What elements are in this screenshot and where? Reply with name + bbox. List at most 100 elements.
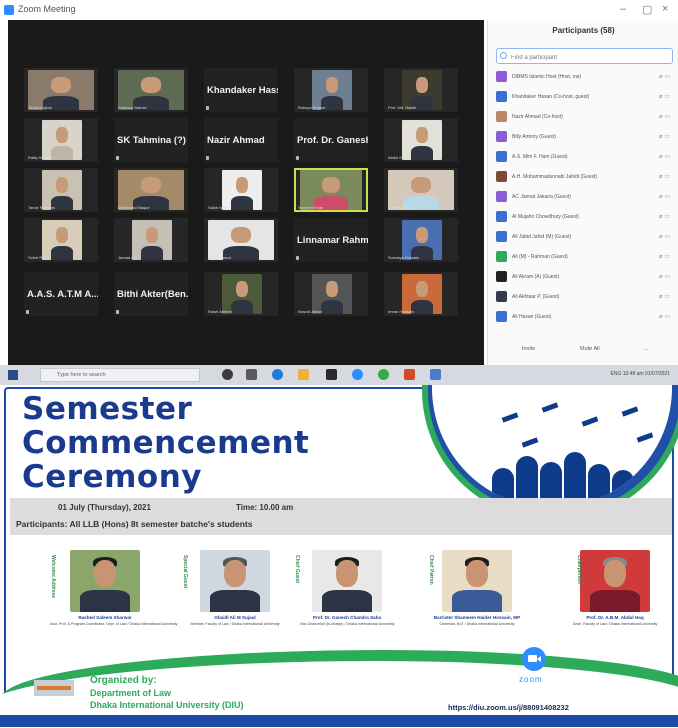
task-view-icon[interactable]	[222, 369, 233, 380]
video-tile[interactable]: Rokeya Begum	[294, 68, 368, 112]
video-tile[interactable]: Nusrat Jahan	[294, 272, 368, 316]
participant-row[interactable]: Ali Hasan (Guest) ⌀ ▭	[494, 308, 674, 326]
mic-muted-icon[interactable]: ⌀ ▭	[659, 313, 670, 320]
video-tile[interactable]: Khandaker Hass...	[204, 68, 278, 112]
word-icon[interactable]	[430, 369, 441, 380]
mic-muted-icon[interactable]: ⌀ ▭	[659, 213, 670, 220]
avatar	[496, 151, 507, 162]
guest-role: Special Guest	[182, 555, 188, 589]
taskbar-search-box[interactable]: Type here to search	[40, 368, 200, 382]
mic-muted-icon[interactable]: ⌀ ▭	[659, 173, 670, 180]
video-tile[interactable]: Sabinaa Yasmin	[114, 68, 188, 112]
video-tile[interactable]: Farhana Akter	[384, 168, 458, 212]
video-tile[interactable]: Arif Mahmud	[204, 218, 278, 262]
participant-row[interactable]: Nazir Ahmad (Co-host) ⌀ ▭	[494, 108, 674, 126]
guest-card: Obaidl Ali M Sujaul Member, Faculty of L…	[180, 550, 290, 635]
video-tile[interactable]: Tanvir Rahman	[24, 168, 98, 212]
video-tile[interactable]: Bithi Akter(Ben...	[114, 272, 188, 316]
mic-muted-icon[interactable]: ⌀ ▭	[659, 113, 670, 120]
tile-label: Sumaiya Hossain	[388, 255, 420, 260]
participant-row[interactable]: Ali Jabid Jahid (M) (Guest) ⌀ ▭	[494, 228, 674, 246]
video-tile[interactable]: SK Tahmina (?)	[114, 118, 188, 162]
mic-muted-icon[interactable]: ⌀ ▭	[659, 253, 670, 260]
screenshot-root: Zoom Meeting – ▢ × Tahsina Iqbal Sabinaa…	[0, 0, 678, 728]
active-speaker-tile[interactable]: Nayeem Khan	[294, 168, 368, 212]
video-tile[interactable]: Imran Hossain	[384, 272, 458, 316]
mute-all-button[interactable]: Mute All	[580, 346, 600, 352]
tile-label: Rafiq Hossain	[28, 155, 53, 160]
file-explorer-icon[interactable]	[298, 369, 309, 380]
video-tile[interactable]: Nazir Ahmad	[204, 118, 278, 162]
maximize-button[interactable]: ▢	[642, 3, 652, 16]
mic-muted-icon[interactable]: ⌀ ▭	[659, 273, 670, 280]
video-tile[interactable]: Abdul Kadir	[384, 118, 458, 162]
system-tray[interactable]: ENG 10:48 am 01/07/2021	[611, 371, 671, 377]
video-tile[interactable]: Sumaiya Hossain	[384, 218, 458, 262]
mic-muted-icon[interactable]: ⌀ ▭	[659, 133, 670, 140]
mic-muted-icon[interactable]: ⌀ ▭	[659, 153, 670, 160]
participant-row[interactable]: Khandaker Hasan (Co-host, guest) ⌀ ▭	[494, 88, 674, 106]
video-tile[interactable]: Rasel Ahmed	[204, 272, 278, 316]
mic-muted-icon[interactable]: ⌀ ▭	[659, 233, 670, 240]
powerpoint-icon[interactable]	[404, 369, 415, 380]
video-tile[interactable]: Prof. Dr. Ganesh...	[294, 118, 368, 162]
zoom-meeting-link[interactable]: https://diu.zoom.us/j/88091408232	[448, 703, 569, 712]
invite-button[interactable]: Invite	[522, 346, 535, 352]
participant-row[interactable]: Billy Antony (Guest) ⌀ ▭	[494, 128, 674, 146]
video-tile[interactable]: A.A.S. A.T.M A...	[24, 272, 98, 316]
guest-name: Prof. Dr. A.B.M. Abdul Haq	[586, 615, 644, 620]
tile-label: Prof. Md. Habib	[388, 105, 416, 110]
participant-row[interactable]: Al Mujahir Chowdhury (Guest) ⌀ ▭	[494, 208, 674, 226]
participant-row[interactable]: A.H. Mohammadunnabi Jahidi (Guest) ⌀ ▭	[494, 168, 674, 186]
video-tile[interactable]: Linnamar Rahma...	[294, 218, 368, 262]
ceremony-poster: Semester Commencement Ceremony 01 July (…	[0, 385, 678, 728]
participant-row[interactable]: A.S. Mim F. Ham (Guest) ⌀ ▭	[494, 148, 674, 166]
search-icon	[500, 52, 507, 59]
mic-icon	[206, 156, 209, 160]
organized-by-label: Organized by:	[90, 675, 157, 686]
video-tile[interactable]: Prof. Md. Habib	[384, 68, 458, 112]
chrome-icon[interactable]	[378, 369, 389, 380]
video-tile[interactable]: Sohel Rana	[24, 218, 98, 262]
participant-row[interactable]: AC Jannat Jakaria (Guest) ⌀ ▭	[494, 188, 674, 206]
video-tile[interactable]: Tahsina Iqbal	[24, 68, 98, 112]
minimize-button[interactable]: –	[620, 3, 626, 15]
participant-row-name: Ali Akram (A) (Guest)	[512, 274, 560, 280]
participant-search-input[interactable]	[496, 48, 673, 64]
participant-name: Bithi Akter(Ben...	[117, 289, 188, 300]
store-icon[interactable]	[326, 369, 337, 380]
zoom-logo-icon	[522, 647, 546, 671]
more-button[interactable]: ...	[644, 346, 649, 352]
guest-name: Obaidl Ali M Sujaul	[214, 615, 256, 620]
close-button[interactable]: ×	[662, 3, 668, 15]
event-participants: Participants: All LLB (Hons) 8t semester…	[16, 519, 253, 529]
participant-row[interactable]: Ali (M) - Rahman (Guest) ⌀ ▭	[494, 248, 674, 266]
video-tile[interactable]: Jannat Ara	[114, 218, 188, 262]
guest-photo	[442, 550, 512, 612]
video-tile[interactable]: Rafiq Hossain	[24, 118, 98, 162]
mic-muted-icon[interactable]: ⌀ ▭	[659, 293, 670, 300]
participant-row-name: Nazir Ahmad (Co-host)	[512, 114, 563, 120]
participant-row[interactable]: Ali Akhtaar P. (Guest) ⌀ ▭	[494, 288, 674, 306]
participant-row[interactable]: DIBMS Islamic Host (Host, me) ⌀ ▭	[494, 68, 674, 86]
video-tile[interactable]: Sakib Islam	[204, 168, 278, 212]
mic-muted-icon[interactable]: ⌀ ▭	[659, 193, 670, 200]
windows-start-icon[interactable]	[8, 370, 18, 380]
edge-browser-icon[interactable]	[272, 369, 283, 380]
tile-label: Abdul Kadir	[388, 155, 409, 160]
participant-row-name: Ali (M) - Rahman (Guest)	[512, 254, 568, 260]
mic-muted-icon[interactable]: ⌀ ▭	[659, 73, 670, 80]
participant-row-name: Ali Jabid Jahid (M) (Guest)	[512, 234, 572, 240]
widgets-icon[interactable]	[246, 369, 257, 380]
participants-title: Participants (58)	[552, 26, 615, 35]
poster-title-line: Commencement	[22, 425, 310, 461]
mic-icon	[116, 310, 119, 314]
zoom-window: Zoom Meeting – ▢ × Tahsina Iqbal Sabinaa…	[0, 0, 678, 365]
video-tile[interactable]: Mahmudul Haque	[114, 168, 188, 212]
tile-label: Sakib Islam	[208, 205, 229, 210]
participant-row[interactable]: Ali Akram (A) (Guest) ⌀ ▭	[494, 268, 674, 286]
avatar	[496, 291, 507, 302]
mic-muted-icon[interactable]: ⌀ ▭	[659, 93, 670, 100]
tile-label: Tanvir Rahman	[28, 205, 55, 210]
zoom-taskbar-icon[interactable]	[352, 369, 363, 380]
